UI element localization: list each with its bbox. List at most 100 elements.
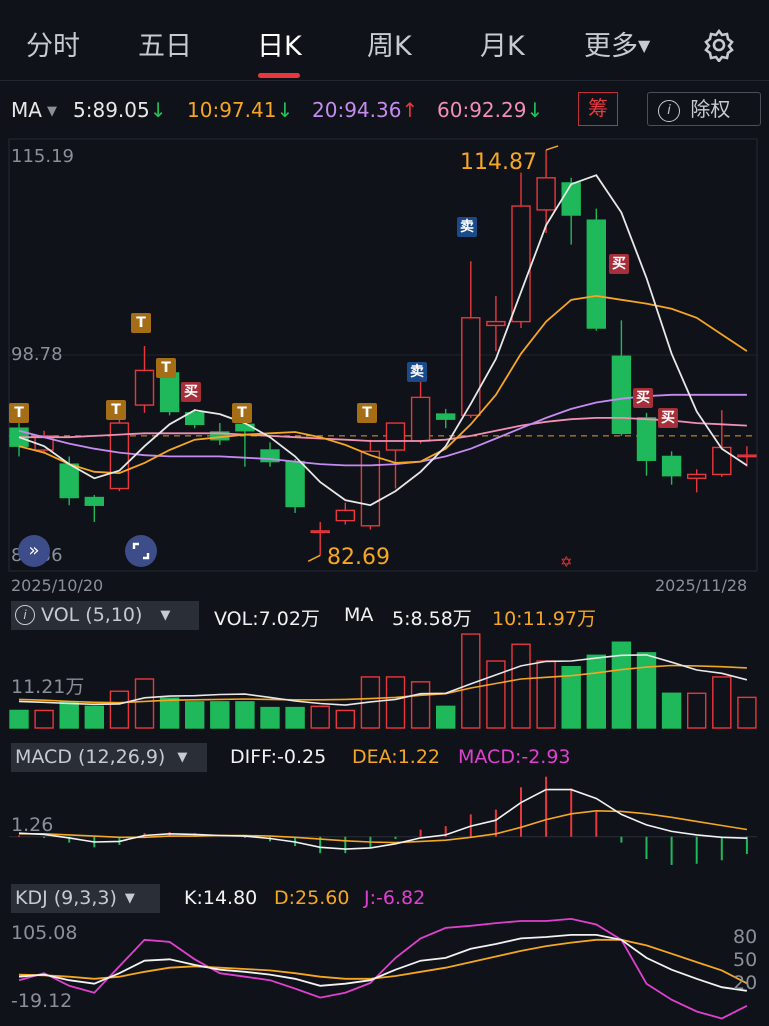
candle xyxy=(712,446,732,476)
ma10-value: 10:97.41↓ xyxy=(187,98,293,122)
dea-line xyxy=(19,809,748,844)
volume-axis-label: 11.21万 xyxy=(11,676,85,698)
ma60-text: 60:92.29 xyxy=(437,98,527,122)
volume-ma10: 10:11.97万 xyxy=(492,608,596,630)
date-end: 2025/11/28 xyxy=(655,576,748,595)
t-signal-icon[interactable]: T xyxy=(9,403,29,423)
candle xyxy=(360,450,381,527)
t-signal-icon[interactable]: T xyxy=(357,403,377,423)
arrow-up-icon: ↑ xyxy=(401,98,419,122)
volume-bar xyxy=(511,643,531,729)
kdj-label: KDJ (9,3,3) xyxy=(15,887,117,909)
diff-line xyxy=(18,788,747,850)
volume-label: VOL (5,10) xyxy=(41,604,143,626)
buy-signal-icon[interactable]: 买 xyxy=(633,388,653,408)
d-line xyxy=(18,938,748,985)
kdj-chart[interactable] xyxy=(0,914,769,1026)
volume-bar xyxy=(84,705,105,729)
volume-indicator-selector[interactable]: i VOL (5,10) ▼ xyxy=(11,601,199,630)
kdj-d: D:25.60 xyxy=(274,887,350,909)
buy-signal-icon[interactable]: 买 xyxy=(658,408,678,428)
candle xyxy=(436,413,456,420)
candle xyxy=(159,372,180,413)
volume-value: VOL:7.02万 xyxy=(214,608,320,630)
volume-bar xyxy=(285,706,305,729)
macd-diff: DIFF:-0.25 xyxy=(230,746,327,768)
low-price-label: 82.69 xyxy=(327,545,390,570)
high-price-label: 114.87 xyxy=(460,150,537,175)
macd-chart[interactable] xyxy=(0,772,769,876)
kdj-tick-20: 20 xyxy=(733,972,758,994)
kdj-indicator-selector[interactable]: KDJ (9,3,3) ▼ xyxy=(11,884,160,913)
low-marker xyxy=(307,554,321,562)
volume-bar xyxy=(410,681,431,729)
macd-indicator-selector[interactable]: MACD (12,26,9) ▼ xyxy=(11,743,207,772)
candle xyxy=(59,463,79,499)
candle xyxy=(134,369,155,406)
candle xyxy=(586,219,606,329)
t-signal-icon[interactable]: T xyxy=(131,313,151,333)
high-marker xyxy=(545,145,559,151)
event-star-icon: ✡ xyxy=(560,553,573,571)
price-axis-mid: 98.78 xyxy=(11,344,63,365)
tab-intraday[interactable]: 分时 xyxy=(26,24,80,63)
expand-left-icon[interactable]: » xyxy=(18,535,50,567)
active-tab-indicator xyxy=(258,73,300,78)
tab-more-label: 更多 xyxy=(584,31,638,62)
volume-chart[interactable] xyxy=(0,630,769,732)
candle xyxy=(737,454,757,458)
info-icon: i xyxy=(15,605,35,625)
kdj-axis-top: 105.08 xyxy=(11,922,78,944)
volume-bar xyxy=(235,701,255,729)
ma5-value: 5:89.05↓ xyxy=(73,98,166,122)
kdj-axis-bottom: -19.12 xyxy=(11,990,73,1012)
buy-signal-icon[interactable]: 买 xyxy=(181,382,201,402)
sell-signal-icon[interactable]: 卖 xyxy=(457,217,477,237)
ma-selector[interactable]: MA ▼ xyxy=(11,98,57,122)
volume-bar xyxy=(385,676,406,729)
ma20-text: 20:94.36 xyxy=(312,98,402,122)
candle xyxy=(109,422,130,490)
tab-monthly-k[interactable]: 月K xyxy=(480,24,525,63)
chip-distribution-button[interactable]: 筹 xyxy=(578,92,618,126)
gear-icon[interactable] xyxy=(702,28,736,64)
volume-bar xyxy=(712,676,732,729)
candle xyxy=(636,417,657,461)
macd-value: MACD:-2.93 xyxy=(458,746,571,768)
candle xyxy=(285,460,305,508)
tab-weekly-k[interactable]: 周K xyxy=(367,24,412,63)
arrow-down-icon: ↓ xyxy=(149,98,167,122)
kdj-k: K:14.80 xyxy=(184,887,258,909)
adjust-rights-button[interactable]: i 除权 xyxy=(647,92,761,126)
candle xyxy=(84,496,105,506)
tab-more[interactable]: 更多▼ xyxy=(584,24,650,63)
caret-down-icon: ▼ xyxy=(177,750,188,765)
candle xyxy=(687,473,707,479)
caret-down-icon: ▼ xyxy=(160,608,171,623)
candle xyxy=(611,355,632,435)
fullscreen-icon[interactable] xyxy=(125,535,157,567)
buy-signal-icon[interactable]: 买 xyxy=(609,254,629,274)
macd-label: MACD (12,26,9) xyxy=(15,746,166,768)
volume-bar xyxy=(687,692,707,729)
price-axis-top: 115.19 xyxy=(11,146,74,167)
candlestick-chart[interactable]: ✡ xyxy=(0,138,769,600)
kdj-tick-50: 50 xyxy=(733,949,758,971)
sell-signal-icon[interactable]: 卖 xyxy=(407,362,427,382)
candle xyxy=(385,422,406,451)
t-signal-icon[interactable]: T xyxy=(156,358,176,378)
macd-axis-label: 1.26 xyxy=(11,814,54,836)
volume-bar xyxy=(59,701,79,729)
macd-dea: DEA:1.22 xyxy=(352,746,441,768)
candle xyxy=(561,182,581,216)
t-signal-icon[interactable]: T xyxy=(106,400,126,420)
tab-daily-k[interactable]: 日K xyxy=(257,24,302,63)
ma20-value: 20:94.36↑ xyxy=(312,98,418,122)
t-signal-icon[interactable]: T xyxy=(232,403,252,423)
tab-five-day[interactable]: 五日 xyxy=(138,24,192,63)
volume-bar xyxy=(486,660,506,729)
adjust-rights-label: 除权 xyxy=(690,97,731,121)
candle xyxy=(461,317,481,417)
ma-label: MA xyxy=(11,98,42,122)
candle xyxy=(410,396,431,442)
